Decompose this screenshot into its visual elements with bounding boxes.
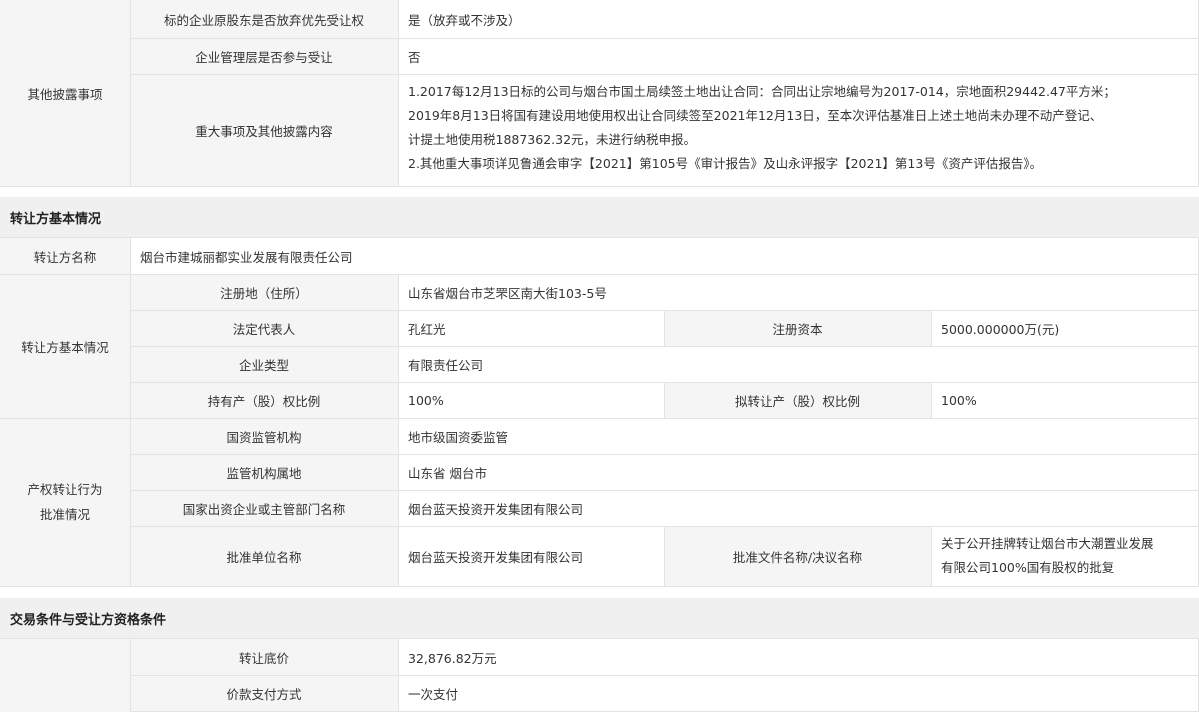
grid-line: [0, 418, 1199, 419]
grid-line: [0, 237, 1199, 238]
approval-doc-label: 批准文件名称/决议名称: [664, 526, 931, 586]
reg-capital-label: 注册资本: [664, 310, 931, 346]
grid-line: [931, 382, 932, 418]
regulator-region-value: 山东省 烟台市: [398, 454, 1199, 490]
major-matters-line: 计提土地使用税1887362.32元，未进行纳税申报。: [408, 132, 697, 147]
major-matters-label: 重大事项及其他披露内容: [130, 74, 398, 186]
trade-group-label: [0, 639, 130, 712]
parent-enterprise-value: 烟台蓝天投资开发集团有限公司: [398, 490, 1199, 526]
grid-line: [0, 586, 1199, 587]
payment-method-label: 价款支付方式: [130, 675, 398, 711]
legal-rep-value: 孔红光: [398, 310, 664, 346]
management-participation-label: 企业管理层是否参与受让: [130, 38, 398, 74]
grid-line: [0, 638, 1199, 639]
reserve-price-value: 32,876.82万元: [398, 639, 1199, 675]
major-matters-line: 1.2017每12月13日标的公司与烟台市国土局续签土地出让合同：合同出让宗地编…: [408, 84, 1116, 99]
regulator-label: 国资监管机构: [130, 418, 398, 454]
legal-rep-label: 法定代表人: [130, 310, 398, 346]
transferor-section-title: 转让方基本情况: [0, 197, 1199, 237]
enterprise-type-value: 有限责任公司: [398, 346, 1199, 382]
major-matters-line: 2.其他重大事项详见鲁通会审字【2021】第105号《审计报告》及山永评报字【2…: [408, 156, 1043, 171]
grid-line: [0, 186, 1199, 187]
grid-line: [664, 310, 665, 346]
grid-line: [0, 274, 1199, 275]
approver-value: 烟台蓝天投资开发集团有限公司: [398, 526, 664, 586]
grid-line: [130, 454, 1199, 455]
grid-line: [130, 74, 1199, 75]
transferor-name-label: 转让方名称: [0, 238, 130, 274]
grid-line: [398, 638, 399, 712]
regulator-value: 地市级国资委监管: [398, 418, 1199, 454]
transferor-basic-group-label: 转让方基本情况: [0, 274, 130, 418]
grid-line: [664, 382, 665, 418]
planned-ratio-label: 拟转让产（股）权比例: [664, 382, 931, 418]
approval-doc-line: 关于公开挂牌转让烟台市大潮置业发展: [941, 536, 1154, 551]
holding-ratio-value: 100%: [398, 382, 664, 418]
management-participation-value: 否: [398, 38, 1199, 74]
grid-line: [130, 38, 1199, 39]
enterprise-type-label: 企业类型: [130, 346, 398, 382]
grid-line: [130, 638, 131, 712]
grid-line: [130, 0, 131, 186]
trade-section-title: 交易条件与受让方资格条件: [0, 598, 1199, 638]
approval-doc-line: 有限公司100%国有股权的批复: [941, 560, 1115, 575]
grid-line: [130, 675, 1199, 676]
planned-ratio-value: 100%: [931, 382, 1199, 418]
other-disclosure-group-label: 其他披露事项: [0, 0, 130, 186]
regulator-region-label: 监管机构属地: [130, 454, 398, 490]
major-matters-content: 1.2017每12月13日标的公司与烟台市国土局续签土地出让合同：合同出让宗地编…: [398, 74, 1199, 186]
holding-ratio-label: 持有产（股）权比例: [130, 382, 398, 418]
reserve-price-label: 转让底价: [130, 639, 398, 675]
preemptive-right-label: 标的企业原股东是否放弃优先受让权: [130, 0, 398, 38]
transferor-name-value: 烟台市建城丽都实业发展有限责任公司: [130, 238, 1199, 274]
reg-capital-value: 5000.000000万(元): [931, 310, 1199, 346]
reg-address-label: 注册地（住所）: [130, 274, 398, 310]
grid-line: [931, 310, 932, 346]
grid-line: [398, 0, 399, 186]
approval-group-label: 产权转让行为 批准情况: [0, 418, 130, 586]
parent-enterprise-label: 国家出资企业或主管部门名称: [130, 490, 398, 526]
major-matters-line: 2019年8月13日将国有建设用地使用权出让合同续签至2021年12月13日，至…: [408, 108, 1103, 123]
grid-line: [931, 526, 932, 586]
grid-line: [664, 526, 665, 586]
grid-line: [130, 237, 131, 586]
payment-method-value: 一次支付: [398, 675, 1199, 711]
grid-line: [398, 274, 399, 586]
grid-line: [130, 490, 1199, 491]
reg-address-value: 山东省烟台市芝罘区南大街103-5号: [398, 274, 1199, 310]
approval-group-label-line: 产权转让行为: [27, 482, 103, 497]
approver-label: 批准单位名称: [130, 526, 398, 586]
grid-line: [130, 346, 1199, 347]
preemptive-right-value: 是（放弃或不涉及）: [398, 0, 1199, 38]
approval-group-label-line: 批准情况: [39, 507, 90, 522]
approval-doc-value: 关于公开挂牌转让烟台市大潮置业发展 有限公司100%国有股权的批复: [931, 526, 1199, 586]
disclosure-table: 其他披露事项 标的企业原股东是否放弃优先受让权 是（放弃或不涉及） 企业管理层是…: [0, 0, 1199, 712]
